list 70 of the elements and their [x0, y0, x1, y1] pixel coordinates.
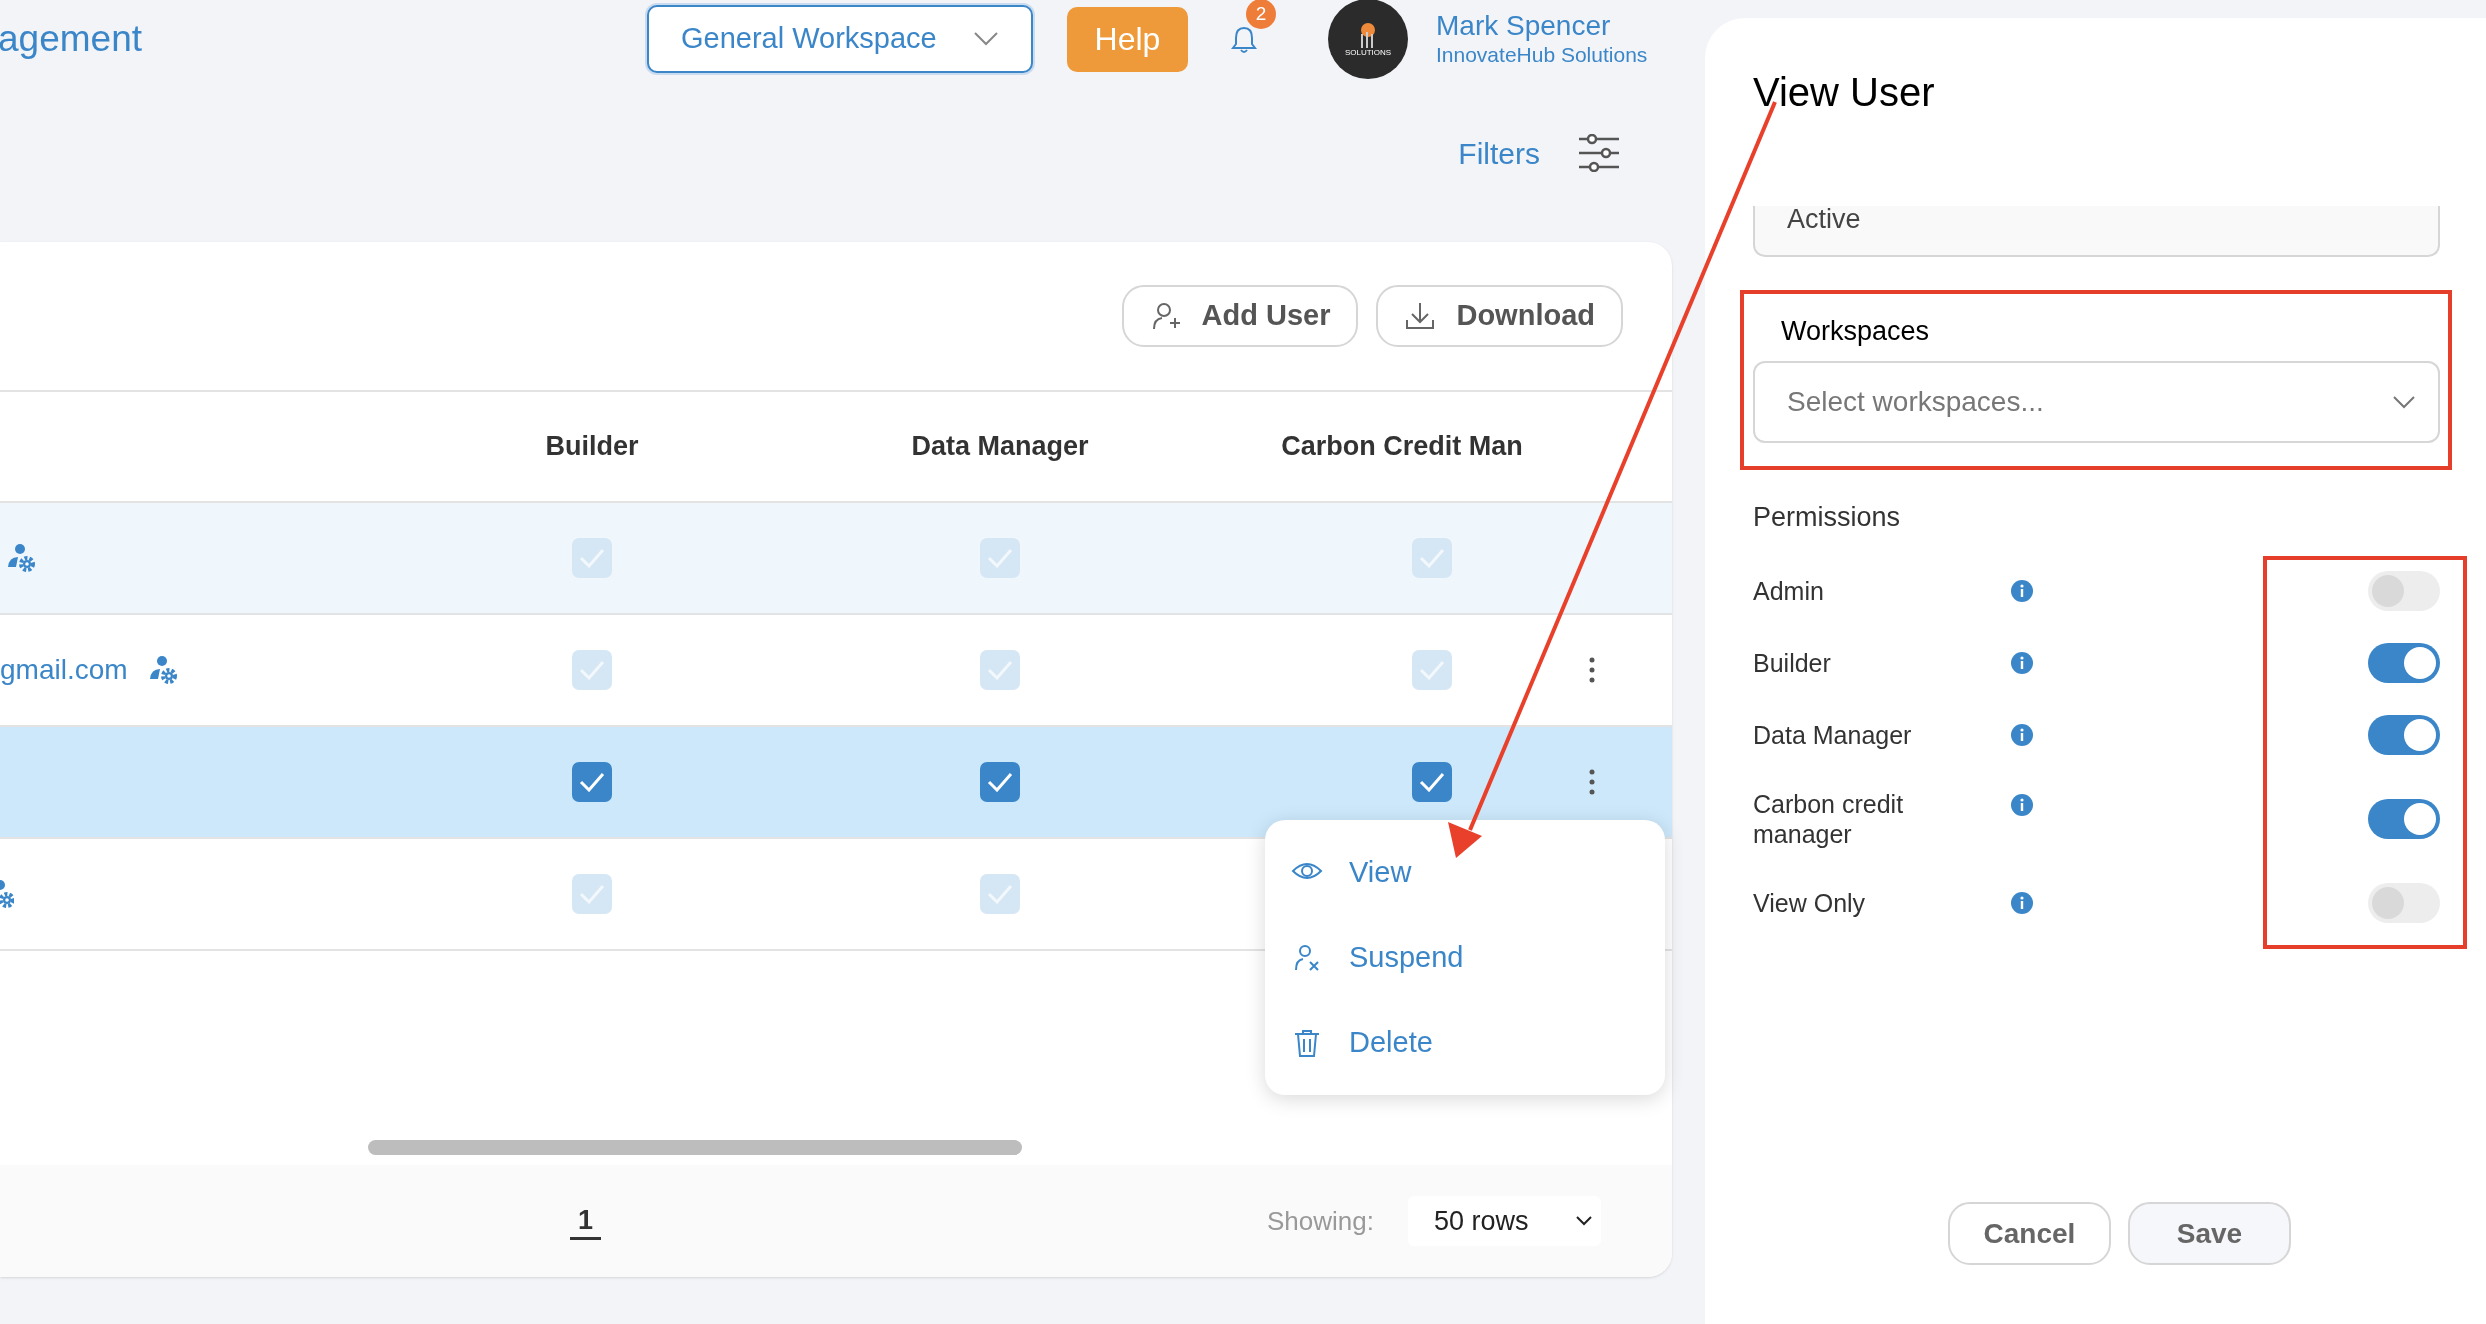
checkbox[interactable]: [1412, 762, 1452, 802]
user-gear-icon: [147, 655, 178, 685]
panel-title: View User: [1753, 69, 1936, 116]
permission-label: Data Manager: [1753, 720, 1913, 750]
user-name[interactable]: Mark Spencer: [1436, 10, 1648, 42]
checkmark-icon: [579, 884, 605, 904]
toggle-switch[interactable]: [2368, 799, 2440, 839]
toggle-switch[interactable]: [2368, 571, 2440, 611]
checkmark-icon: [987, 884, 1013, 904]
menu-item[interactable]: Suspend: [1265, 915, 1665, 1000]
rows-per-page-select[interactable]: 50 rows: [1408, 1196, 1601, 1246]
page-number[interactable]: 1: [570, 1202, 602, 1240]
permission-label: Builder: [1753, 648, 1832, 678]
download-icon: [1404, 301, 1437, 331]
field-label: Workspaces: [1781, 315, 1931, 347]
showing-label: Showing:: [1267, 1204, 1374, 1238]
checkmark-icon: [1419, 772, 1445, 792]
checkbox[interactable]: [572, 762, 612, 802]
info-icon[interactable]: [2010, 651, 2034, 675]
info-icon[interactable]: [2010, 793, 2034, 817]
status-field[interactable]: Active: [1753, 206, 2440, 257]
permission-label: View Only: [1753, 888, 1867, 918]
column-header: Builder: [545, 430, 639, 464]
checkmark-icon: [1419, 548, 1445, 568]
company-name: InnovateHub Solutions: [1436, 42, 1648, 68]
download-button[interactable]: Download: [1376, 285, 1623, 347]
chevron-down-icon: [2392, 395, 2416, 409]
permission-label: Admin: [1753, 576, 1825, 606]
table-row[interactable]: gmail.com: [0, 615, 1672, 727]
checkmark-icon: [579, 660, 605, 680]
checkmark-icon: [1419, 660, 1445, 680]
more-icon[interactable]: [1588, 657, 1596, 683]
save-button[interactable]: Save: [2128, 1202, 2291, 1265]
toggle-switch[interactable]: [2368, 643, 2440, 683]
checkmark-icon: [987, 548, 1013, 568]
bell-icon[interactable]: [1231, 25, 1257, 53]
checkmark-icon: [987, 772, 1013, 792]
info-icon[interactable]: [2010, 579, 2034, 603]
menu-item[interactable]: Delete: [1265, 1000, 1665, 1085]
page-title: agement: [0, 17, 143, 62]
more-icon[interactable]: [1588, 769, 1596, 795]
user-gear-icon: [0, 879, 14, 909]
user-gear-icon: [6, 543, 36, 573]
notification-badge: 2: [1246, 0, 1276, 29]
permission-label: Carbon credit manager: [1753, 789, 1905, 849]
column-header: Data Manager: [911, 430, 1089, 464]
checkmark-icon: [579, 548, 605, 568]
chevron-down-icon: [973, 31, 999, 47]
scrollbar-thumb[interactable]: [368, 1140, 1022, 1155]
toggle-switch[interactable]: [2368, 883, 2440, 923]
menu-item[interactable]: View: [1265, 830, 1665, 915]
chevron-down-icon: [1575, 1215, 1593, 1227]
info-icon[interactable]: [2010, 891, 2034, 915]
cancel-button[interactable]: Cancel: [1948, 1202, 2111, 1265]
workspace-select[interactable]: General Workspace: [647, 5, 1033, 73]
info-icon[interactable]: [2010, 723, 2034, 747]
workspaces-select[interactable]: Select workspaces...: [1753, 361, 2440, 443]
sliders-icon: [1578, 134, 1620, 172]
toggle-switch[interactable]: [2368, 715, 2440, 755]
table-row[interactable]: [0, 727, 1672, 839]
email-link[interactable]: gmail.com: [0, 649, 128, 691]
add-user-button[interactable]: Add User: [1121, 285, 1359, 347]
section-heading: Permissions: [1753, 501, 1902, 533]
avatar-text: SOLUTIONS: [1344, 48, 1392, 57]
checkmark-icon: [987, 660, 1013, 680]
checkbox[interactable]: [980, 762, 1020, 802]
filters-button[interactable]: Filters: [1458, 130, 1620, 176]
column-header: Carbon Credit Man: [1281, 430, 1523, 464]
help-button[interactable]: Help: [1067, 6, 1188, 72]
checkmark-icon: [579, 772, 605, 792]
